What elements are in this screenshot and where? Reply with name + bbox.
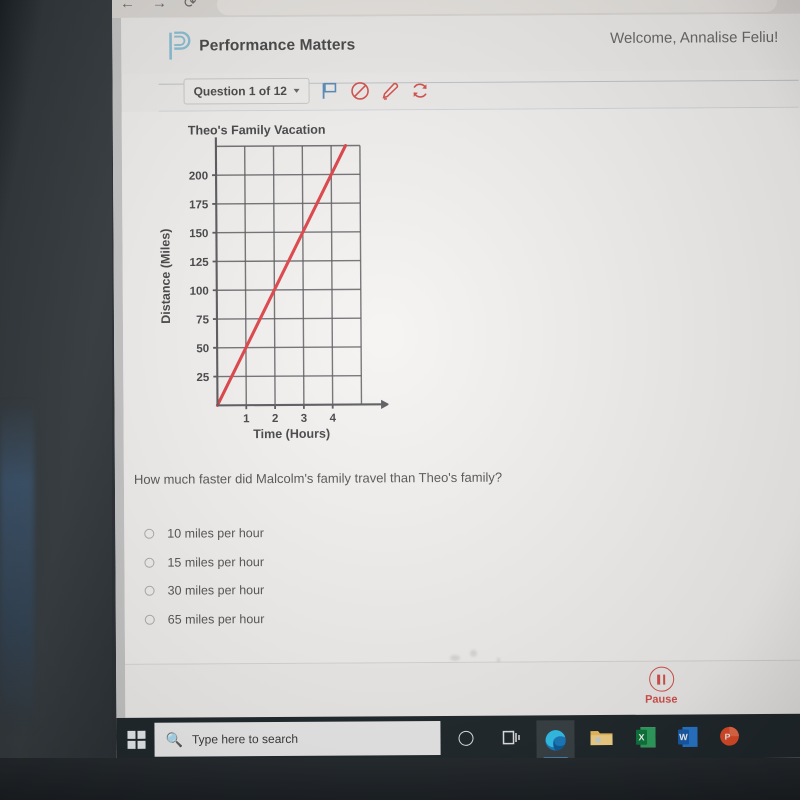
svg-text:W: W <box>679 732 688 742</box>
question-selector-dropdown[interactable]: Question 1 of 12 <box>183 77 310 105</box>
radio-button[interactable] <box>144 614 155 625</box>
svg-text:25: 25 <box>196 372 209 384</box>
svg-text:75: 75 <box>196 314 209 326</box>
screen-smudge <box>450 654 461 661</box>
laptop-bezel-bottom <box>0 758 800 800</box>
question-content: Theo's Family Vacation 25 50 75 100 125 150 17… <box>121 107 800 684</box>
laptop-screen-photo: ← → ⟳ https://olapalmbeach.performancema… <box>0 0 800 800</box>
address-bar[interactable]: https://olapalmbeach.performancematters.… <box>216 0 778 16</box>
question-selector-label: Question 1 of 12 <box>193 83 287 99</box>
answer-choice-label: 10 miles per hour <box>167 526 264 541</box>
svg-text:150: 150 <box>189 228 208 240</box>
answer-choice-2[interactable]: 30 miles per hour <box>144 576 265 605</box>
windows-start-icon[interactable] <box>122 726 150 754</box>
svg-text:3: 3 <box>301 413 307 425</box>
excel-icon[interactable]: X <box>626 720 664 754</box>
answer-choice-label: 30 miles per hour <box>167 583 265 598</box>
svg-text:Distance (Miles): Distance (Miles) <box>158 229 173 324</box>
search-icon: 🔍 <box>165 731 184 748</box>
screen-smudge <box>469 649 478 657</box>
forward-arrow-icon[interactable]: → <box>152 0 167 12</box>
svg-text:100: 100 <box>190 286 209 298</box>
answer-choice-0[interactable]: 10 miles per hour <box>144 519 264 548</box>
cortana-icon[interactable] <box>446 721 484 755</box>
file-explorer-icon[interactable] <box>582 720 620 754</box>
search-placeholder: Type here to search <box>191 731 299 747</box>
radio-button[interactable] <box>144 586 155 597</box>
svg-text:4: 4 <box>330 413 337 425</box>
reload-icon[interactable]: ⟳ <box>184 0 197 12</box>
answer-choice-3[interactable]: 65 miles per hour <box>144 605 265 634</box>
svg-text:125: 125 <box>189 257 209 269</box>
svg-text:1: 1 <box>243 413 250 425</box>
brand-name: Performance Matters <box>199 36 356 54</box>
task-view-icon[interactable] <box>492 720 530 754</box>
flag-icon[interactable] <box>317 79 341 103</box>
bezel-reflection <box>0 400 34 730</box>
chart-title: Theo's Family Vacation <box>187 122 326 138</box>
back-arrow-icon[interactable]: ← <box>120 0 135 12</box>
radio-button[interactable] <box>144 557 155 568</box>
assessment-footer: Pause <box>125 660 800 718</box>
word-icon[interactable]: W <box>668 719 706 753</box>
highlighter-icon[interactable] <box>377 78 401 102</box>
eliminate-choice-icon[interactable] <box>347 78 371 102</box>
chart-plot: 25 50 75 100 125 150 175 200 1 2 3 4Time (Hours) Dis… <box>158 136 389 441</box>
reset-icon[interactable] <box>407 78 431 102</box>
svg-text:Time (Hours): Time (Hours) <box>253 427 330 441</box>
question-toolbar: Question 1 of 12 <box>121 70 800 112</box>
pause-button[interactable]: Pause <box>630 666 692 706</box>
microsoft-edge-icon[interactable] <box>536 720 575 760</box>
pause-icon <box>648 666 674 692</box>
answer-choice-list: 10 miles per hour 15 miles per hour 30 mil… <box>144 519 264 634</box>
search-input[interactable]: 🔍 Type here to search <box>154 721 441 757</box>
svg-text:X: X <box>638 732 644 742</box>
answer-choice-1[interactable]: 15 miles per hour <box>144 548 264 577</box>
svg-text:2: 2 <box>272 413 278 425</box>
brand-logo-wrap[interactable]: Performance Matters <box>168 31 355 61</box>
chevron-down-icon <box>293 88 300 93</box>
powerpoint-icon[interactable]: P <box>710 719 748 753</box>
performance-matters-logo <box>168 31 191 61</box>
svg-text:175: 175 <box>189 199 209 211</box>
answer-choice-label: 15 miles per hour <box>167 554 265 570</box>
welcome-message: Welcome, Annalise Feliu! <box>610 28 779 47</box>
radio-button[interactable] <box>144 529 155 540</box>
answer-choice-label: 65 miles per hour <box>167 611 265 627</box>
windows-taskbar: 🔍 Type here to search X W P <box>116 713 800 762</box>
screen-content: ← → ⟳ https://olapalmbeach.performancema… <box>112 0 800 800</box>
app-header: Performance Matters Welcome, Annalise Fe… <box>121 13 800 85</box>
chart-theos-family-vacation: Theo's Family Vacation 25 50 75 100 125 150 17… <box>152 116 389 467</box>
question-prompt: How much faster did Malcolm's family tra… <box>133 469 503 487</box>
svg-text:50: 50 <box>196 343 209 355</box>
svg-text:P: P <box>725 732 731 742</box>
pause-button-label: Pause <box>645 693 678 706</box>
svg-text:200: 200 <box>189 170 208 182</box>
